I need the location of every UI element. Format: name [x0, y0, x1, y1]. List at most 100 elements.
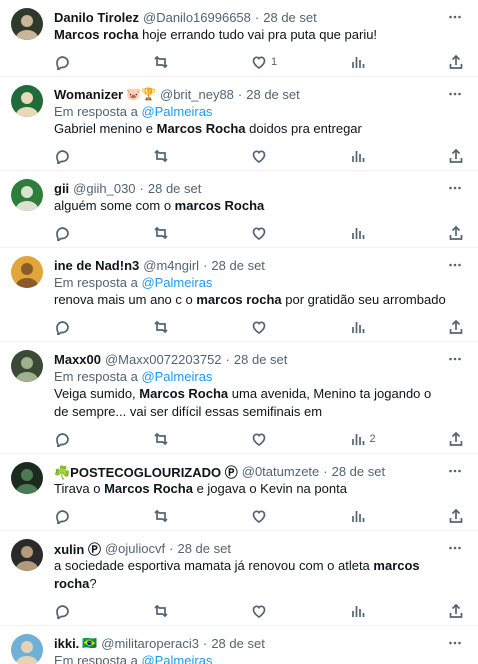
like-button[interactable]: [251, 224, 291, 242]
separator-dot: ·: [254, 9, 260, 25]
views-button[interactable]: [350, 507, 390, 525]
tweet[interactable]: ine de Nad!n3 @m4ngirl · 28 de set Em respos…: [0, 248, 478, 342]
retweet-icon: [153, 320, 168, 334]
user-handle[interactable]: @Danilo16996658: [143, 10, 251, 25]
like-button[interactable]: 1: [251, 53, 291, 71]
display-name[interactable]: ikki.: [54, 636, 79, 651]
user-handle[interactable]: @militaroperaci3: [101, 636, 199, 651]
avatar[interactable]: [11, 350, 43, 382]
reply-button[interactable]: [54, 318, 94, 336]
retweet-button[interactable]: [153, 53, 193, 71]
like-button[interactable]: [251, 147, 291, 165]
like-button[interactable]: [251, 507, 291, 525]
display-name[interactable]: Maxx00: [54, 352, 101, 367]
user-handle[interactable]: @Maxx0072203752: [105, 352, 222, 367]
tweet[interactable]: ikki. 🇧🇷 @militaroperaci3 · 28 de set Em resp…: [0, 626, 478, 664]
timestamp[interactable]: 28 de set: [234, 352, 288, 367]
avatar[interactable]: [11, 634, 43, 664]
more-options-icon[interactable]: [446, 85, 464, 103]
tweet[interactable]: Danilo Tirolez @Danilo16996658 · 28 de set M…: [0, 0, 478, 77]
user-handle[interactable]: @giih_030: [73, 181, 135, 196]
like-button[interactable]: [251, 602, 291, 620]
reply-button[interactable]: [54, 602, 94, 620]
user-handle[interactable]: @m4ngirl: [143, 258, 199, 273]
share-button[interactable]: [448, 318, 464, 336]
tweet[interactable]: Womanizer 🐷🏆 @brit_ney88 · 28 de set Em respo…: [0, 77, 478, 171]
avatar[interactable]: [11, 256, 43, 288]
retweet-button[interactable]: [153, 147, 193, 165]
reply-button[interactable]: [54, 53, 94, 71]
display-name[interactable]: xulin Ⓟ: [54, 539, 101, 558]
display-name[interactable]: ine de Nad!n3: [54, 258, 139, 273]
views-button[interactable]: [350, 318, 390, 336]
avatar[interactable]: [11, 8, 43, 40]
like-icon: [252, 433, 266, 446]
display-name[interactable]: ☘️POSTECOGLOURIZADO Ⓟ: [54, 462, 238, 481]
reply-button[interactable]: [54, 224, 94, 242]
avatar[interactable]: [11, 539, 43, 571]
tweet[interactable]: xulin Ⓟ @ojuliocvf · 28 de set a sociedade e…: [0, 531, 478, 626]
like-button[interactable]: [251, 318, 291, 336]
views-button[interactable]: [350, 602, 390, 620]
avatar[interactable]: [11, 85, 43, 117]
timestamp[interactable]: 28 de set: [177, 541, 231, 556]
share-button[interactable]: [448, 53, 464, 71]
tweet-header: ☘️POSTECOGLOURIZADO Ⓟ @0tatumzete · 28 de s…: [54, 462, 468, 480]
avatar[interactable]: [11, 179, 43, 211]
display-name[interactable]: gii: [54, 181, 69, 196]
more-options-icon[interactable]: [446, 462, 464, 480]
share-button[interactable]: [448, 430, 464, 448]
retweet-button[interactable]: [153, 224, 193, 242]
reply-to-link[interactable]: @Palmeiras: [141, 653, 212, 664]
retweet-button[interactable]: [153, 602, 193, 620]
views-icon: [351, 57, 364, 68]
timestamp[interactable]: 28 de set: [148, 181, 202, 196]
timestamp[interactable]: 28 de set: [211, 258, 265, 273]
share-icon: [449, 54, 463, 69]
timestamp[interactable]: 28 de set: [211, 636, 265, 651]
more-options-icon[interactable]: [446, 350, 464, 368]
display-name[interactable]: Danilo Tirolez: [54, 10, 139, 25]
views-button[interactable]: [350, 224, 390, 242]
retweet-icon: [153, 509, 168, 523]
timestamp[interactable]: 28 de set: [263, 10, 317, 25]
reply-to-link[interactable]: @Palmeiras: [141, 369, 212, 384]
like-icon: [252, 150, 266, 163]
reply-icon: [56, 605, 69, 619]
display-name[interactable]: Womanizer: [54, 87, 123, 102]
reply-button[interactable]: [54, 430, 94, 448]
more-options-icon[interactable]: [446, 256, 464, 274]
more-options-icon[interactable]: [446, 539, 464, 557]
tweet[interactable]: Maxx00 @Maxx0072203752 · 28 de set Em respos…: [0, 342, 478, 454]
more-options-icon[interactable]: [446, 8, 464, 26]
reply-icon: [56, 56, 69, 70]
tweet-header: Womanizer 🐷🏆 @brit_ney88 · 28 de set: [54, 85, 468, 103]
user-handle[interactable]: @ojuliocvf: [105, 541, 165, 556]
retweet-button[interactable]: [153, 507, 193, 525]
share-button[interactable]: [448, 507, 464, 525]
reply-context: Em resposta a @Palmeiras: [54, 103, 468, 120]
views-button[interactable]: [350, 147, 390, 165]
share-button[interactable]: [448, 602, 464, 620]
user-handle[interactable]: @brit_ney88: [160, 87, 234, 102]
more-options-icon[interactable]: [446, 179, 464, 197]
separator-dot: ·: [225, 351, 230, 367]
avatar[interactable]: [11, 462, 43, 494]
tweet[interactable]: gii @giih_030 · 28 de set alguém some com o …: [0, 171, 478, 248]
reply-button[interactable]: [54, 147, 94, 165]
retweet-button[interactable]: [153, 318, 193, 336]
retweet-button[interactable]: [153, 430, 193, 448]
timestamp[interactable]: 28 de set: [246, 87, 300, 102]
views-button[interactable]: [350, 53, 390, 71]
user-handle[interactable]: @0tatumzete: [242, 464, 320, 479]
like-button[interactable]: [251, 430, 291, 448]
share-button[interactable]: [448, 147, 464, 165]
more-options-icon[interactable]: [446, 634, 464, 652]
share-button[interactable]: [448, 224, 464, 242]
reply-to-link[interactable]: @Palmeiras: [141, 275, 212, 290]
tweet[interactable]: ☘️POSTECOGLOURIZADO Ⓟ @0tatumzete · 28 de s…: [0, 454, 478, 531]
timestamp[interactable]: 28 de set: [332, 464, 386, 479]
reply-button[interactable]: [54, 507, 94, 525]
views-button[interactable]: 2: [350, 430, 390, 448]
reply-to-link[interactable]: @Palmeiras: [141, 104, 212, 119]
